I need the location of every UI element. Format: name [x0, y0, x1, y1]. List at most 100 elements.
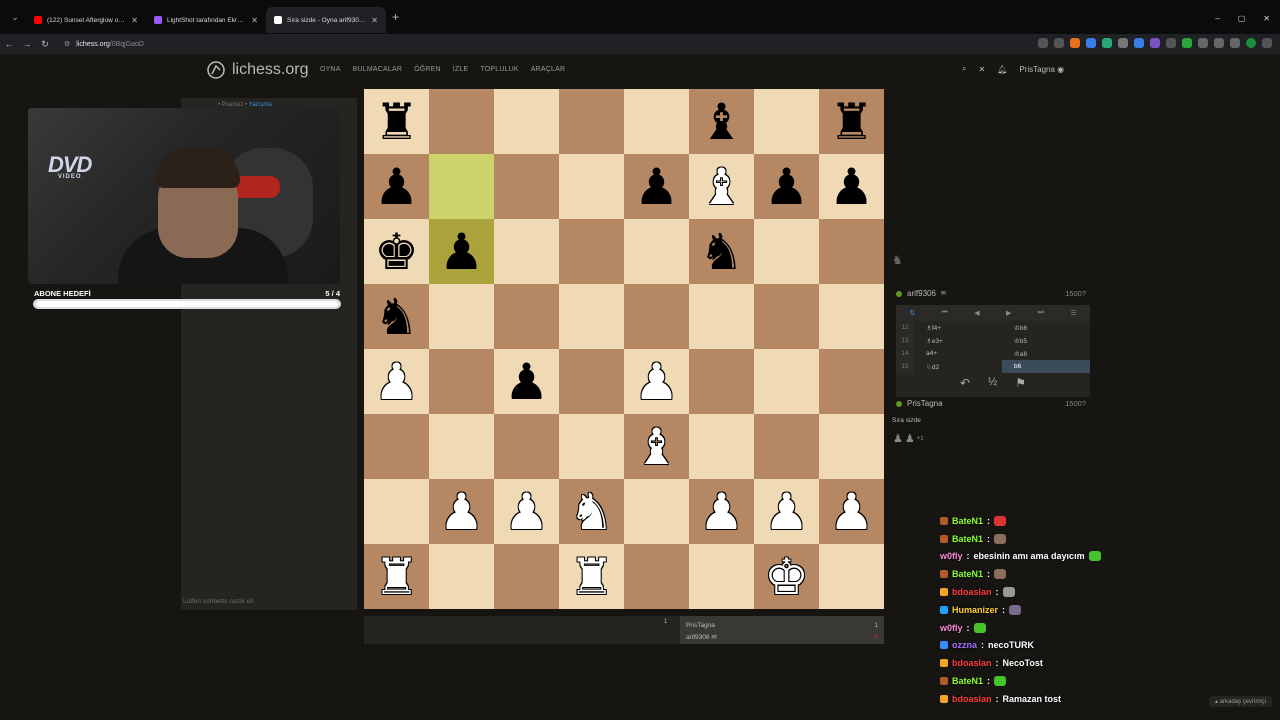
black-knight-piece[interactable]: ♞	[699, 227, 744, 277]
board-square[interactable]: ♟	[754, 479, 819, 544]
white-move[interactable]: a4+	[914, 347, 1002, 360]
chat-username[interactable]: bdoaslan	[952, 587, 992, 597]
chat-input[interactable]: Lütfen sohbette nazik ol!	[183, 598, 253, 605]
nav-item[interactable]: İZLE	[453, 66, 469, 73]
chat-username[interactable]: BateN1	[952, 516, 983, 526]
black-pawn-piece[interactable]: ♟	[504, 357, 549, 407]
chat-username[interactable]: w0fly	[940, 551, 963, 561]
white-move[interactable]: ♗f4+	[914, 321, 1002, 334]
board-square[interactable]	[624, 544, 689, 609]
board-square[interactable]	[559, 89, 624, 154]
chat-username[interactable]: BateN1	[952, 676, 983, 686]
extension-icon[interactable]	[1118, 38, 1128, 48]
black-move[interactable]: ♔a6	[1002, 347, 1090, 360]
board-square[interactable]	[559, 349, 624, 414]
white-knight-piece[interactable]: ♞	[569, 487, 614, 537]
extension-icon[interactable]	[1198, 38, 1208, 48]
forward-icon[interactable]: →	[18, 39, 36, 49]
board-square[interactable]	[754, 349, 819, 414]
flip-board-icon[interactable]: ⇅	[909, 309, 915, 317]
black-rook-piece[interactable]: ♜	[829, 97, 874, 147]
board-square[interactable]	[819, 544, 884, 609]
board-square[interactable]	[494, 544, 559, 609]
nav-item[interactable]: BULMACALAR	[353, 66, 402, 73]
board-square[interactable]	[819, 284, 884, 349]
board-square[interactable]: ♜	[364, 89, 429, 154]
extension-icon[interactable]	[1166, 38, 1176, 48]
cast-icon[interactable]	[1038, 38, 1048, 48]
board-square[interactable]	[689, 544, 754, 609]
takeback-icon[interactable]: ↶	[960, 376, 970, 390]
close-window-icon[interactable]: ✕	[1263, 14, 1270, 23]
tab-search-icon[interactable]: ⌄	[4, 6, 26, 28]
white-bishop-piece[interactable]: ♝	[634, 422, 679, 472]
board-square[interactable]	[494, 154, 559, 219]
chat-username[interactable]: BateN1	[952, 534, 983, 544]
board-square[interactable]: ♟	[624, 349, 689, 414]
black-bishop-piece[interactable]: ♝	[699, 97, 744, 147]
minimize-icon[interactable]: –	[1215, 14, 1219, 23]
nav-item[interactable]: ÖĞREN	[414, 66, 441, 73]
board-square[interactable]: ♝	[689, 154, 754, 219]
board-square[interactable]	[559, 284, 624, 349]
friends-online-button[interactable]: ▴ arkadaş çevrimiçi	[1208, 696, 1272, 707]
chat-username[interactable]: BateN1	[952, 569, 983, 579]
board-square[interactable]	[819, 349, 884, 414]
extension-icon[interactable]	[1070, 38, 1080, 48]
white-rook-piece[interactable]: ♜	[569, 552, 614, 602]
board-square[interactable]: ♟	[364, 154, 429, 219]
new-tab-button[interactable]: +	[392, 10, 399, 24]
board-square[interactable]	[689, 284, 754, 349]
board-square[interactable]	[559, 219, 624, 284]
black-pawn-piece[interactable]: ♟	[374, 162, 419, 212]
board-square[interactable]	[819, 219, 884, 284]
board-square[interactable]	[429, 284, 494, 349]
board-square[interactable]: ♟	[754, 154, 819, 219]
tab-close-icon[interactable]: ✕	[251, 16, 258, 25]
first-move-icon[interactable]: ⏮	[941, 309, 947, 317]
white-pawn-piece[interactable]: ♟	[439, 487, 484, 537]
extension-icon[interactable]	[1214, 38, 1224, 48]
board-square[interactable]	[429, 414, 494, 479]
notification-bell-icon[interactable]: 🔔︎	[997, 65, 1007, 74]
white-pawn-piece[interactable]: ♟	[829, 487, 874, 537]
board-square[interactable]: ♞	[364, 284, 429, 349]
board-square[interactable]	[494, 284, 559, 349]
white-pawn-piece[interactable]: ♟	[699, 487, 744, 537]
black-pawn-piece[interactable]: ♟	[439, 227, 484, 277]
profile-avatar[interactable]	[1246, 38, 1256, 48]
board-square[interactable]: ♟	[689, 479, 754, 544]
board-square[interactable]	[624, 284, 689, 349]
tab-close-icon[interactable]: ✕	[371, 16, 378, 25]
browser-tab[interactable]: LightShot tarafından Ekran Gör... ✕	[146, 7, 266, 33]
board-square[interactable]	[624, 479, 689, 544]
nav-item[interactable]: OYNA	[320, 66, 341, 73]
board-square[interactable]	[494, 89, 559, 154]
board-square[interactable]	[429, 154, 494, 219]
board-square[interactable]	[494, 414, 559, 479]
resign-flag-icon[interactable]: ⚑	[1015, 376, 1026, 390]
black-rook-piece[interactable]: ♜	[374, 97, 419, 147]
white-pawn-piece[interactable]: ♟	[504, 487, 549, 537]
maximize-icon[interactable]: ▢	[1238, 14, 1246, 23]
board-square[interactable]: ♟	[624, 154, 689, 219]
user-menu[interactable]: PrisTagna ◉	[1019, 65, 1064, 74]
black-pawn-piece[interactable]: ♟	[634, 162, 679, 212]
board-square[interactable]: ♟	[819, 479, 884, 544]
board-square[interactable]: ♞	[689, 219, 754, 284]
white-pawn-piece[interactable]: ♟	[764, 487, 809, 537]
browser-tab[interactable]: Sıra sizde - Oyna arif9306 • lich... ✕	[266, 7, 386, 33]
board-square[interactable]	[754, 219, 819, 284]
tab-close-icon[interactable]: ✕	[131, 16, 138, 25]
board-square[interactable]	[689, 349, 754, 414]
board-square[interactable]	[624, 219, 689, 284]
chat-username[interactable]: bdoaslan	[952, 694, 992, 704]
chat-username[interactable]: bdoaslan	[952, 658, 992, 668]
bookmark-star-icon[interactable]	[1054, 38, 1064, 48]
board-square[interactable]	[429, 544, 494, 609]
board-square[interactable]	[364, 479, 429, 544]
board-square[interactable]: ♝	[624, 414, 689, 479]
board-square[interactable]	[624, 89, 689, 154]
extensions-puzzle-icon[interactable]	[1230, 38, 1240, 48]
extension-icon[interactable]	[1134, 38, 1144, 48]
